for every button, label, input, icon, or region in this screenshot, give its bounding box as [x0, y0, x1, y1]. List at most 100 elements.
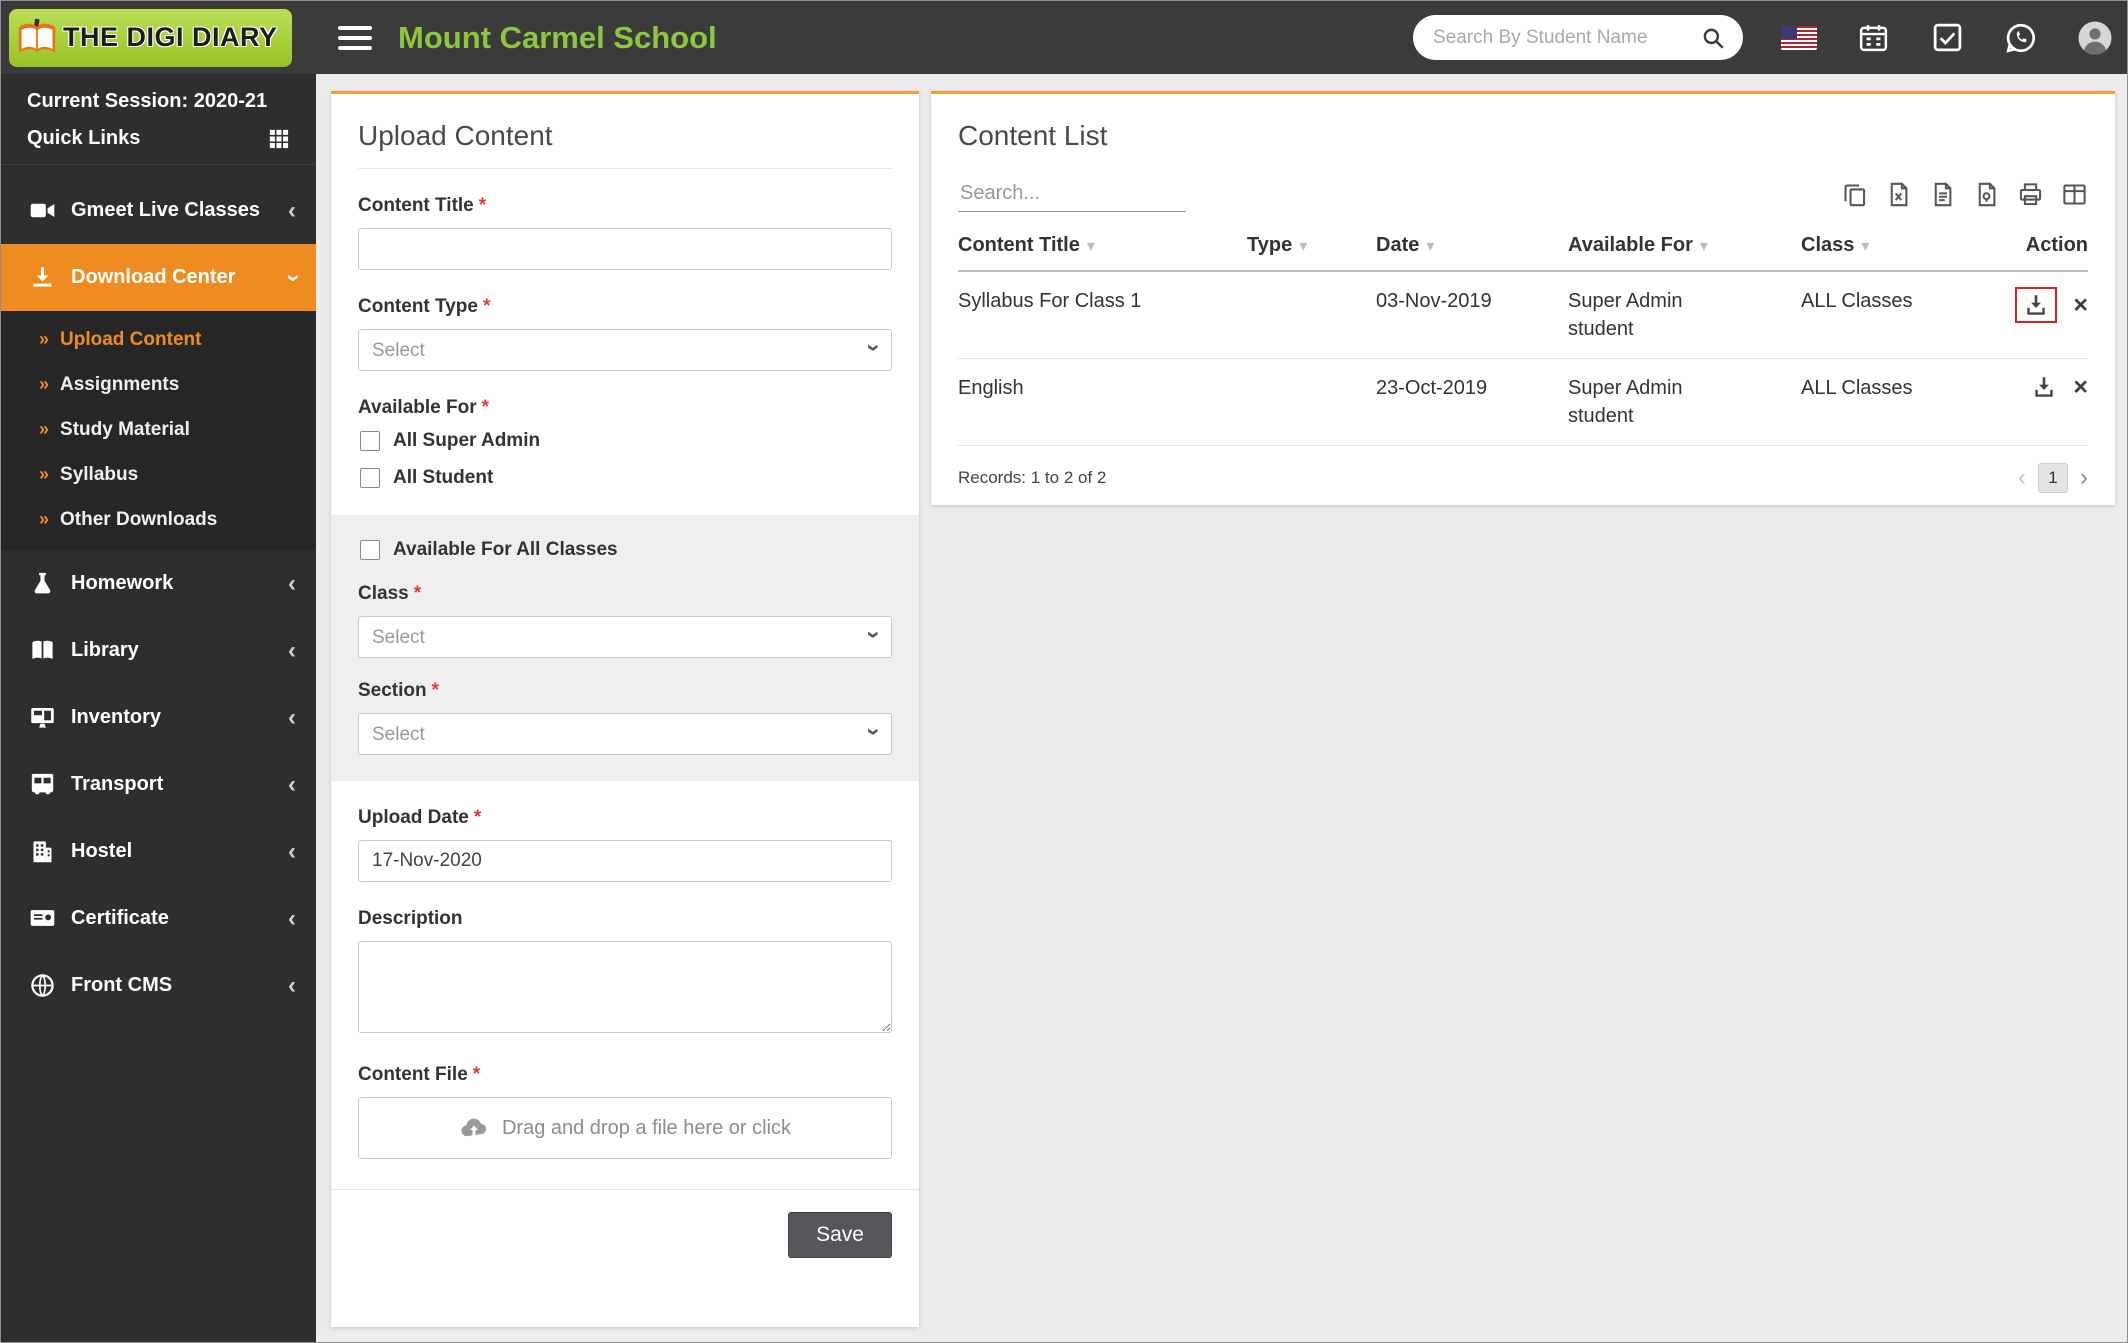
copy-icon[interactable] — [1841, 181, 1868, 208]
submenu-item-upload-content[interactable]: » Upload Content — [1, 317, 316, 362]
submenu-item-label: Assignments — [60, 373, 180, 395]
description-textarea[interactable] — [358, 941, 892, 1033]
building-icon — [29, 838, 56, 865]
columns-icon[interactable] — [2061, 181, 2088, 208]
content-table: Content Title ▾ Type ▾ Date ▾ Available For… — [958, 218, 2088, 446]
chevron-left-icon: ‹ — [288, 904, 296, 932]
download-icon — [29, 264, 56, 291]
chevron-left-icon: ‹ — [288, 770, 296, 798]
col-class[interactable]: Class ▾ — [1801, 218, 1981, 272]
list-search-input[interactable] — [958, 176, 1186, 212]
sidebar-item-label: Hostel — [71, 840, 133, 862]
section-label: Section * — [358, 680, 440, 701]
sidebar-item-gmeet-live-classes[interactable]: Gmeet Live Classes ‹ — [1, 177, 316, 244]
all-super-admin-checkbox[interactable] — [360, 431, 380, 451]
excel-icon[interactable] — [1885, 181, 1912, 208]
sidebar-item-label: Certificate — [71, 907, 169, 929]
sidebar-item-hostel[interactable]: Hostel ‹ — [1, 818, 316, 885]
pagination-prev[interactable]: ‹ — [2018, 464, 2026, 492]
download-file-icon[interactable] — [2031, 374, 2057, 400]
sidebar-item-label: Homework — [71, 572, 174, 594]
hamburger-menu-icon[interactable] — [338, 20, 372, 56]
sidebar-item-label: Transport — [71, 773, 164, 795]
submenu-item-assignments[interactable]: » Assignments — [1, 362, 316, 407]
delete-x-icon[interactable]: × — [2073, 292, 2088, 318]
sidebar-item-transport[interactable]: Transport ‹ — [1, 751, 316, 818]
upload-date-label: Upload Date * — [358, 807, 482, 828]
tasks-check-icon[interactable] — [1929, 20, 1965, 56]
class-select[interactable]: Select — [358, 616, 892, 658]
submenu-item-label: Other Downloads — [60, 508, 218, 530]
school-name-title: Mount Carmel School — [398, 19, 717, 55]
student-search-input[interactable] — [1433, 26, 1699, 49]
sidebar-item-homework[interactable]: Homework ‹ — [1, 550, 316, 617]
submenu-item-syllabus[interactable]: » Syllabus — [1, 452, 316, 497]
grid-icon[interactable] — [268, 128, 290, 150]
sort-caret-icon: ▾ — [1699, 238, 1708, 255]
quick-links[interactable]: Quick Links — [1, 115, 316, 165]
cell-available-for: Super Admin student — [1568, 271, 1801, 359]
pagination-next[interactable]: › — [2080, 464, 2088, 492]
sidebar-item-label: Library — [71, 639, 139, 661]
delete-x-icon[interactable]: × — [2073, 374, 2088, 400]
content-title-input[interactable] — [358, 228, 892, 270]
all-student-label: All Student — [393, 467, 494, 488]
submenu-item-other-downloads[interactable]: » Other Downloads — [1, 497, 316, 542]
user-avatar[interactable] — [2077, 20, 2113, 56]
pagination-page-1[interactable]: 1 — [2038, 463, 2068, 493]
all-student-row: All Student — [360, 467, 892, 489]
available-for-label: Available For * — [358, 397, 490, 418]
chevron-left-icon: ‹ — [288, 971, 296, 999]
logo-text: THE DIGI DIARY — [63, 22, 278, 52]
col-type[interactable]: Type ▾ — [1247, 218, 1376, 272]
search-icon[interactable] — [1699, 24, 1727, 52]
cell-class: ALL Classes — [1801, 358, 1981, 446]
sidebar-item-label: Inventory — [71, 706, 162, 728]
sort-caret-icon: ▾ — [1086, 238, 1095, 255]
language-flag-icon[interactable] — [1781, 20, 1817, 56]
print-icon[interactable] — [2017, 181, 2044, 208]
pdf-icon[interactable] — [1973, 181, 2000, 208]
required-asterisk: * — [413, 583, 422, 604]
list-search — [958, 176, 1186, 212]
chevron-left-icon: ‹ — [288, 636, 296, 664]
upload-date-input[interactable] — [358, 840, 892, 882]
download-file-icon[interactable] — [2023, 292, 2049, 318]
sidebar-item-certificate[interactable]: Certificate ‹ — [1, 885, 316, 952]
sidebar: Current Session: 2020-21 Quick Links Gme… — [1, 74, 316, 1342]
all-student-checkbox[interactable] — [360, 468, 380, 488]
sidebar-item-label: Gmeet Live Classes — [71, 199, 260, 221]
list-controls — [958, 176, 2088, 212]
logo-area: THE DIGI DIARY — [1, 1, 316, 74]
sidebar-item-download-center[interactable]: Download Center ‹ — [1, 244, 316, 311]
csv-icon[interactable] — [1929, 181, 1956, 208]
section-select[interactable]: Select — [358, 713, 892, 755]
col-content-title[interactable]: Content Title ▾ — [958, 218, 1247, 272]
content-type-select-wrap: Select — [358, 329, 892, 371]
student-search — [1413, 15, 1743, 60]
sort-caret-icon: ▾ — [1426, 238, 1435, 255]
submenu-item-study-material[interactable]: » Study Material — [1, 407, 316, 452]
calendar-icon[interactable] — [1855, 20, 1891, 56]
app-logo[interactable]: THE DIGI DIARY — [9, 8, 292, 67]
double-chevron-icon: » — [39, 509, 49, 529]
col-date[interactable]: Date ▾ — [1376, 218, 1568, 272]
submenu-item-label: Study Material — [60, 418, 190, 440]
sidebar-item-library[interactable]: Library ‹ — [1, 617, 316, 684]
cell-action: × — [1981, 358, 2088, 446]
available-for-all-classes-checkbox[interactable] — [360, 540, 380, 560]
col-available-for[interactable]: Available For ▾ — [1568, 218, 1801, 272]
whatsapp-icon[interactable] — [2003, 20, 2039, 56]
content-type-select[interactable]: Select — [358, 329, 892, 371]
double-chevron-icon: » — [39, 464, 49, 484]
dropzone-text: Drag and drop a file here or click — [501, 1116, 792, 1139]
sidebar-item-front-cms[interactable]: Front CMS ‹ — [1, 952, 316, 1019]
file-dropzone[interactable]: Drag and drop a file here or click — [358, 1097, 892, 1159]
double-chevron-icon: » — [39, 329, 49, 349]
save-button[interactable]: Save — [788, 1212, 892, 1258]
cell-action: × — [1981, 271, 2088, 359]
sidebar-item-inventory[interactable]: Inventory ‹ — [1, 684, 316, 751]
class-select-wrap: Select — [358, 616, 892, 658]
upload-content-card: Upload Content Content Title * Content Ty… — [331, 91, 919, 1327]
col-action: Action — [1981, 218, 2088, 272]
